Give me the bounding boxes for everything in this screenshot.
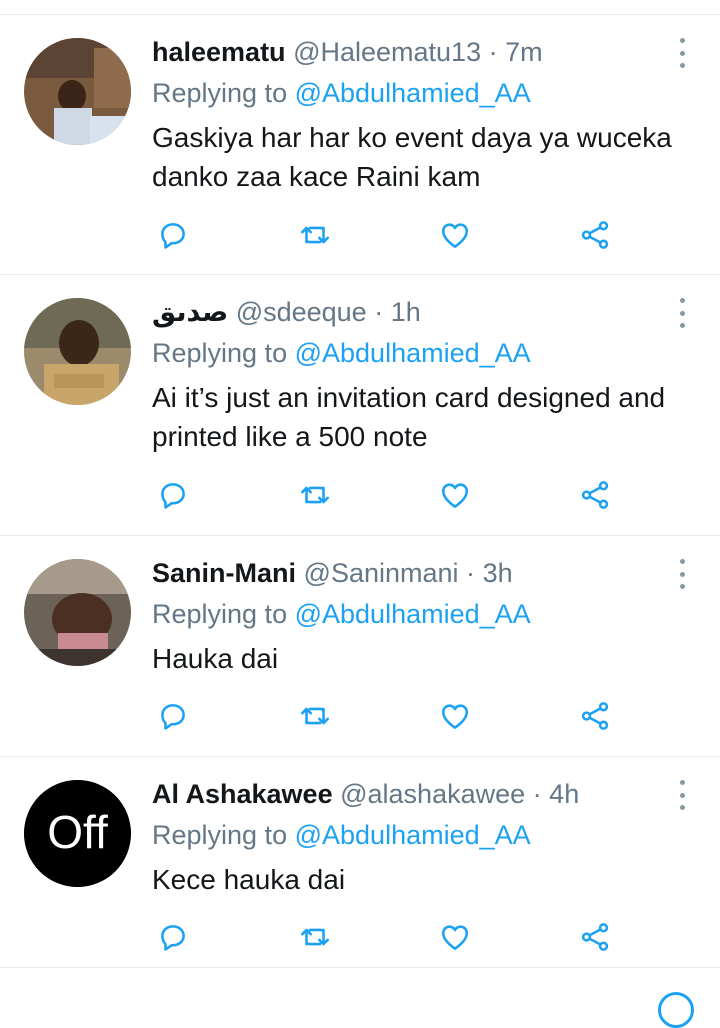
share-icon[interactable] — [578, 699, 612, 733]
replying-to: Replying to @Abdulhamied_AA — [152, 598, 531, 630]
separator: · — [488, 37, 498, 67]
display-name[interactable]: صدىق — [152, 297, 228, 327]
more-options-icon[interactable] — [676, 298, 688, 328]
tweet-actions — [156, 920, 616, 954]
display-name[interactable]: Al Ashakawee — [152, 779, 333, 809]
timestamp[interactable]: 4h — [549, 779, 579, 809]
retweet-icon[interactable] — [298, 478, 332, 512]
replying-to-label: Replying to — [152, 599, 288, 629]
user-handle[interactable]: @Haleematu13 — [293, 37, 481, 67]
timestamp[interactable]: 7m — [505, 37, 543, 67]
separator: · — [374, 297, 384, 327]
more-options-icon[interactable] — [676, 559, 688, 589]
reply-icon[interactable] — [156, 699, 190, 733]
mention-link[interactable]: @Abdulhamied_AA — [295, 599, 531, 629]
reply-icon[interactable] — [156, 920, 190, 954]
more-options-icon[interactable] — [676, 780, 688, 810]
separator: · — [532, 779, 542, 809]
replying-to-label: Replying to — [152, 338, 288, 368]
share-icon[interactable] — [578, 218, 612, 252]
display-name[interactable]: haleematu — [152, 37, 286, 67]
user-handle[interactable]: @sdeeque — [236, 297, 367, 327]
tweet-actions — [156, 699, 616, 733]
retweet-icon[interactable] — [298, 920, 332, 954]
like-icon[interactable] — [438, 218, 472, 252]
like-icon[interactable] — [438, 478, 472, 512]
replying-to-label: Replying to — [152, 78, 288, 108]
tweet[interactable]: Off Al Ashakawee @alashakawee · 4h Reply… — [0, 757, 720, 968]
tweet-text: Gaskiya har har ko event daya ya wuceka … — [152, 122, 672, 192]
replying-to: Replying to @Abdulhamied_AA — [152, 337, 531, 369]
tweet[interactable]: haleematu @Haleematu13 · 7m Replying to … — [0, 15, 720, 275]
share-icon[interactable] — [578, 920, 612, 954]
user-handle[interactable]: @Saninmani — [304, 558, 459, 588]
like-icon[interactable] — [438, 699, 472, 733]
separator: · — [466, 558, 476, 588]
timestamp[interactable]: 3h — [483, 558, 513, 588]
avatar[interactable] — [24, 559, 131, 666]
tweet-text: Kece hauka dai — [152, 864, 346, 895]
replying-to: Replying to @Abdulhamied_AA — [152, 819, 531, 851]
avatar[interactable] — [24, 38, 131, 145]
tweet-text: Hauka dai — [152, 643, 279, 674]
tweet-actions — [156, 478, 616, 512]
user-handle[interactable]: @alashakawee — [340, 779, 525, 809]
retweet-icon[interactable] — [298, 699, 332, 733]
tweet-actions — [156, 218, 616, 252]
tweet-header: haleematu @Haleematu13 · 7m — [152, 36, 543, 68]
reply-icon[interactable] — [156, 218, 190, 252]
mention-link[interactable]: @Abdulhamied_AA — [295, 78, 531, 108]
display-name[interactable]: Sanin-Mani — [152, 558, 296, 588]
tweet-header: Sanin-Mani @Saninmani · 3h — [152, 557, 513, 589]
tweet[interactable]: Sanin-Mani @Saninmani · 3h Replying to @… — [0, 536, 720, 757]
share-icon[interactable] — [578, 478, 612, 512]
tweet-header: Al Ashakawee @alashakawee · 4h — [152, 778, 579, 810]
tweet[interactable]: صدىق @sdeeque · 1h Replying to @Abdulham… — [0, 275, 720, 536]
avatar[interactable] — [24, 298, 131, 405]
reply-icon[interactable] — [156, 478, 190, 512]
avatar-logo-text: Off — [47, 806, 108, 858]
mention-link[interactable]: @Abdulhamied_AA — [295, 338, 531, 368]
search-icon[interactable] — [658, 992, 694, 1028]
retweet-icon[interactable] — [298, 218, 332, 252]
like-icon[interactable] — [438, 920, 472, 954]
timestamp[interactable]: 1h — [391, 297, 421, 327]
more-options-icon[interactable] — [676, 38, 688, 68]
mention-link[interactable]: @Abdulhamied_AA — [295, 820, 531, 850]
avatar[interactable]: Off — [24, 780, 131, 887]
replying-to-label: Replying to — [152, 820, 288, 850]
tweet-text: Ai it’s just an invitation card designed… — [152, 382, 666, 452]
tweet-header: صدىق @sdeeque · 1h — [152, 296, 421, 328]
replying-to: Replying to @Abdulhamied_AA — [152, 77, 531, 109]
